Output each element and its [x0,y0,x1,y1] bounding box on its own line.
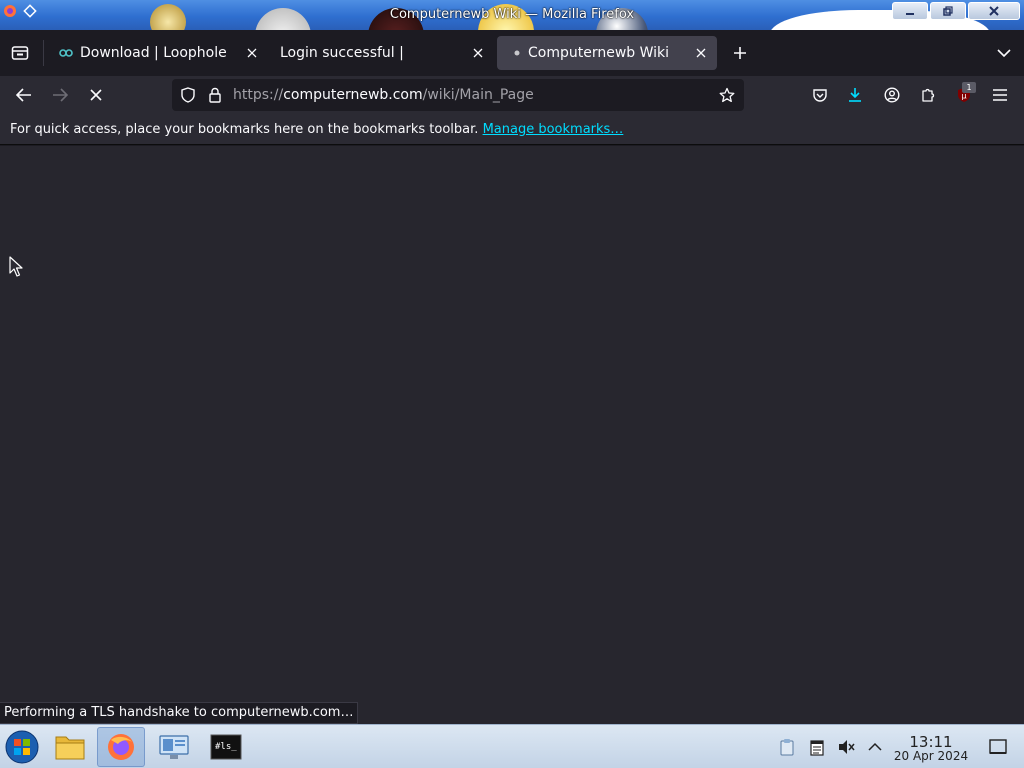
windows-orb-icon [5,730,39,764]
restore-button[interactable] [930,2,966,20]
terminal-icon: #ls_ [210,734,242,760]
firefox-icon [108,734,134,760]
blank-page [0,146,1024,724]
tab-label: Download | Loophole [80,45,227,61]
minimize-button[interactable] [892,2,928,20]
tab-label: Computernewb Wiki [528,45,670,61]
notes-tray-icon[interactable] [808,738,826,756]
tab-label: Login successful | [280,45,404,61]
tab-computernewb-wiki[interactable]: Computernewb Wiki [497,36,717,70]
tab-separator [43,40,44,66]
status-panel: Performing a TLS handshake to computerne… [0,702,359,724]
bookmarks-hint-text: For quick access, place your bookmarks h… [10,122,479,137]
taskbar-file-manager[interactable] [46,727,94,767]
navigation-toolbar: https://computernewb.com/wiki/Main_Page … [0,76,1024,114]
close-tab-icon[interactable] [693,45,709,61]
mouse-pointer-icon [9,256,23,277]
show-hidden-icons-chevron-up-icon[interactable] [866,738,884,756]
forward-button[interactable] [48,83,72,107]
tab-bar: Download | Loophole Login successful | C… [0,30,1024,76]
bookmarks-toolbar: For quick access, place your bookmarks h… [0,114,1024,145]
start-menu-button[interactable] [0,727,44,767]
window-controls [892,2,1020,20]
url-bar[interactable]: https://computernewb.com/wiki/Main_Page [172,79,744,111]
url-scheme: https:// [233,87,284,103]
new-tab-button[interactable] [728,42,752,64]
extensions-puzzle-icon[interactable] [916,83,940,107]
hamburger-menu-icon[interactable] [988,83,1012,107]
list-all-tabs-chevron-down-icon[interactable] [992,42,1016,64]
url-host: computernewb.com [283,87,423,103]
volume-muted-icon[interactable] [838,738,856,756]
loophole-favicon [58,45,74,61]
page-content-area[interactable]: Performing a TLS handshake to computerne… [0,146,1024,724]
lock-icon[interactable] [207,87,223,103]
account-icon[interactable] [880,83,904,107]
tracking-protection-shield-icon[interactable] [180,87,196,103]
back-button[interactable] [12,83,36,107]
svg-text:#ls_: #ls_ [215,742,237,752]
tab-download-loophole[interactable]: Download | Loophole [46,36,268,70]
taskbar-terminal[interactable]: #ls_ [202,727,250,767]
bookmark-star-icon[interactable] [719,87,735,103]
folder-icon [55,736,85,760]
pocket-icon[interactable] [808,83,832,107]
clock-date[interactable]: 20 Apr 2024 [890,749,972,763]
show-desktop-icon[interactable] [988,738,1008,756]
taskbar-remote-desktop[interactable] [150,727,198,767]
tab-login-successful[interactable]: Login successful | [270,36,494,70]
window-title: Computernewb Wiki — Mozilla Firefox [389,7,635,22]
taskbar-firefox[interactable] [97,727,145,767]
manage-bookmarks-link[interactable]: Manage bookmarks… [483,122,624,137]
clipboard-tray-icon[interactable] [778,738,796,756]
firefox-view-button[interactable] [8,42,32,64]
stop-loading-button[interactable] [84,83,108,107]
close-tab-icon[interactable] [470,45,486,61]
url-path: /wiki/Main_Page [422,87,534,103]
url-text: https://computernewb.com/wiki/Main_Page [233,87,534,103]
downloads-icon[interactable] [843,83,867,107]
monitor-icon [159,735,189,759]
bookmarks-empty-message: For quick access, place your bookmarks h… [10,122,623,137]
taskbar: #ls_ 13:11 20 Apr 2024 [0,724,1024,768]
close-window-button[interactable] [968,2,1020,20]
close-tab-icon[interactable] [244,45,260,61]
window-titlebar: Computernewb Wiki — Mozilla Firefox [0,0,1024,30]
extension-badge: 1 [962,82,976,93]
loading-dot-icon [509,45,525,61]
